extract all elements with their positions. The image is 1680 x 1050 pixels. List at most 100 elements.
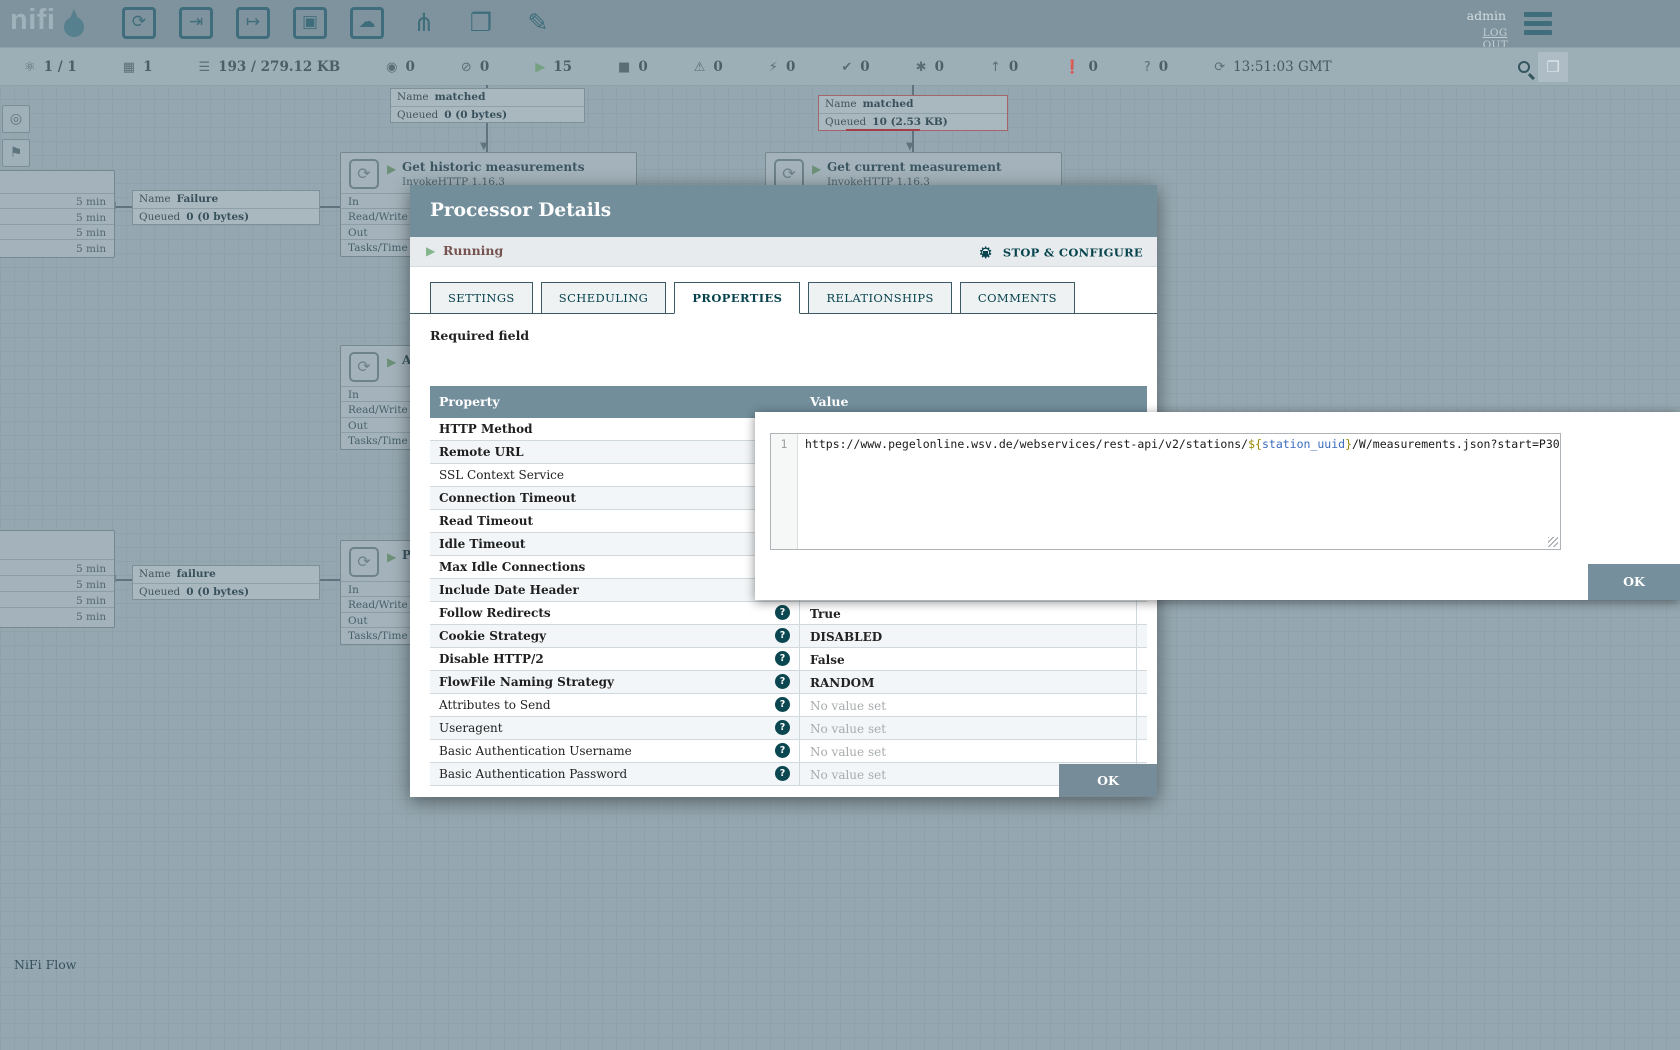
label-icon[interactable]: ✎ xyxy=(521,7,555,39)
processor-clipped[interactable]: 5 min 5 min 5 min 5 min xyxy=(0,170,115,258)
remote-process-group-icon[interactable]: ☁ xyxy=(350,7,384,39)
queue-full-indicator xyxy=(846,129,920,131)
template-icon[interactable]: ❐ xyxy=(464,7,498,39)
connection-label-alert[interactable]: Namematched Queued10 (2.53 KB) xyxy=(818,95,1008,131)
help-icon[interactable]: ? xyxy=(775,766,790,781)
connection-label[interactable]: Namematched Queued0 (0 bytes) xyxy=(390,88,585,123)
panel-toggle-icon[interactable]: ❐ xyxy=(1538,52,1568,82)
help-icon[interactable]: ? xyxy=(775,605,790,620)
expression-variable: station_uuid xyxy=(1262,437,1345,451)
input-port-icon[interactable]: ⇥ xyxy=(179,7,213,39)
property-name: Basic Authentication Username xyxy=(439,740,632,762)
running-icon: ▶ xyxy=(426,244,435,258)
stat-label: In xyxy=(348,584,359,596)
connection-name: Failure xyxy=(177,193,219,205)
dialog-header: Processor Details xyxy=(410,185,1157,237)
property-value[interactable]: No value set xyxy=(800,740,1137,762)
required-field-note: Required field xyxy=(430,328,529,343)
connection-queued: 0 (0 bytes) xyxy=(444,109,507,121)
not-transmitting-icon: ⊘ xyxy=(461,60,472,75)
stop-and-configure-button[interactable]: ⚙ STOP & CONFIGURE xyxy=(978,242,1143,262)
status-sync-failure: ?0 xyxy=(1144,59,1168,75)
column-property: Property xyxy=(439,386,500,418)
processor-type-icon: ⟳ xyxy=(349,159,379,189)
tab-relationships[interactable]: RELATIONSHIPS xyxy=(808,282,951,314)
invalid-icon: ⚠ xyxy=(694,60,706,75)
connection-label[interactable]: Namefailure Queued0 (0 bytes) xyxy=(132,565,320,600)
processor-type-icon: ⟳ xyxy=(349,352,379,382)
stat-window: 5 min xyxy=(76,227,106,239)
processor-icon[interactable]: ⟳ xyxy=(122,7,156,39)
tab-settings[interactable]: SETTINGS xyxy=(430,282,533,314)
property-name: Follow Redirects xyxy=(439,602,551,624)
nifi-logo: nifi xyxy=(10,4,84,37)
connection-queued: 10 (2.53 KB) xyxy=(872,116,947,128)
help-icon[interactable]: ? xyxy=(775,651,790,666)
property-value[interactable]: No value set xyxy=(800,717,1137,739)
tab-scheduling[interactable]: SCHEDULING xyxy=(541,282,666,314)
process-group-icon[interactable]: ▣ xyxy=(293,7,327,39)
processor-type-icon: ⟳ xyxy=(349,547,379,577)
funnel-icon[interactable]: ⋔ xyxy=(407,7,441,39)
stat-label: Read/Write xyxy=(348,599,408,611)
global-menu-icon[interactable] xyxy=(1524,12,1552,36)
stat-label: Read/Write xyxy=(348,404,408,416)
connection-name: matched xyxy=(435,91,486,103)
search-icon[interactable] xyxy=(1518,61,1530,73)
processor-title: Get historic measurements xyxy=(402,160,584,174)
stat-window: 5 min xyxy=(76,579,106,591)
help-icon[interactable]: ? xyxy=(775,743,790,758)
connection-queued-key: Queued xyxy=(139,586,180,598)
stat-window: 5 min xyxy=(76,243,106,255)
cluster-icon: ⚛ xyxy=(24,60,36,75)
logo-text: nifi xyxy=(10,4,56,37)
running-icon: ▶ xyxy=(387,355,396,369)
connection-name: failure xyxy=(177,568,216,580)
help-icon[interactable]: ? xyxy=(775,628,790,643)
property-value[interactable]: True xyxy=(800,602,1137,624)
queued-icon: ☰ xyxy=(198,60,210,75)
operate-tile-icon[interactable]: ⚑ xyxy=(2,139,30,167)
tab-comments[interactable]: COMMENTS xyxy=(960,282,1075,314)
value-editor[interactable]: 1 https://www.pegelonline.wsv.de/webserv… xyxy=(770,433,1561,550)
stat-window: 5 min xyxy=(76,196,106,208)
breadcrumb[interactable]: NiFi Flow xyxy=(14,957,76,972)
table-row: Attributes to Send?No value set xyxy=(430,694,1147,717)
status-disabled: ⚡0 xyxy=(769,59,796,75)
tab-properties[interactable]: PROPERTIES xyxy=(674,282,800,314)
running-icon: ▶ xyxy=(387,550,396,564)
ok-button[interactable]: OK xyxy=(1059,764,1157,797)
table-row: Useragent?No value set xyxy=(430,717,1147,740)
status-cluster: ⚛1 / 1 xyxy=(24,59,77,75)
property-name: Read Timeout xyxy=(439,510,533,532)
status-stopped: ■0 xyxy=(618,59,648,75)
resize-handle-icon[interactable] xyxy=(1548,537,1558,547)
property-value[interactable]: DISABLED xyxy=(800,625,1137,647)
navigate-tile-icon[interactable]: ◎ xyxy=(2,105,30,133)
property-name: Basic Authentication Password xyxy=(439,763,627,785)
locally-modified-icon: ✱ xyxy=(916,60,927,75)
table-row: Disable HTTP/2?False xyxy=(430,648,1147,671)
property-value[interactable]: RANDOM xyxy=(800,671,1137,693)
help-icon[interactable]: ? xyxy=(775,674,790,689)
processor-clipped[interactable]: 5 min 5 min 5 min 5 min xyxy=(0,530,115,628)
nifi-app: ▼ ▼ ◀ ◀ ◎ ⚑ 5 min 5 min 5 min 5 min 5 mi… xyxy=(0,0,1680,1050)
value-editor-text[interactable]: https://www.pegelonline.wsv.de/webservic… xyxy=(798,434,1560,549)
property-value[interactable]: False xyxy=(800,648,1137,670)
running-icon: ▶ xyxy=(812,162,821,176)
refresh-icon[interactable]: ⟳ xyxy=(1214,60,1225,75)
up-to-date-icon: ✔ xyxy=(841,60,852,75)
disabled-icon: ⚡ xyxy=(769,60,778,75)
stat-window: 5 min xyxy=(76,212,106,224)
property-name: Remote URL xyxy=(439,441,524,463)
status-not-transmitting: ⊘0 xyxy=(461,59,489,75)
property-value[interactable]: No value set xyxy=(800,694,1137,716)
help-icon[interactable]: ? xyxy=(775,697,790,712)
output-port-icon[interactable]: ↦ xyxy=(236,7,270,39)
help-icon[interactable]: ? xyxy=(775,720,790,735)
table-row: FlowFile Naming Strategy?RANDOM xyxy=(430,671,1147,694)
status-running: ▶15 xyxy=(535,59,572,75)
arrow-down-icon: ▼ xyxy=(480,141,488,152)
editor-ok-button[interactable]: OK xyxy=(1588,564,1680,600)
connection-label[interactable]: NameFailure Queued0 (0 bytes) xyxy=(132,190,320,225)
